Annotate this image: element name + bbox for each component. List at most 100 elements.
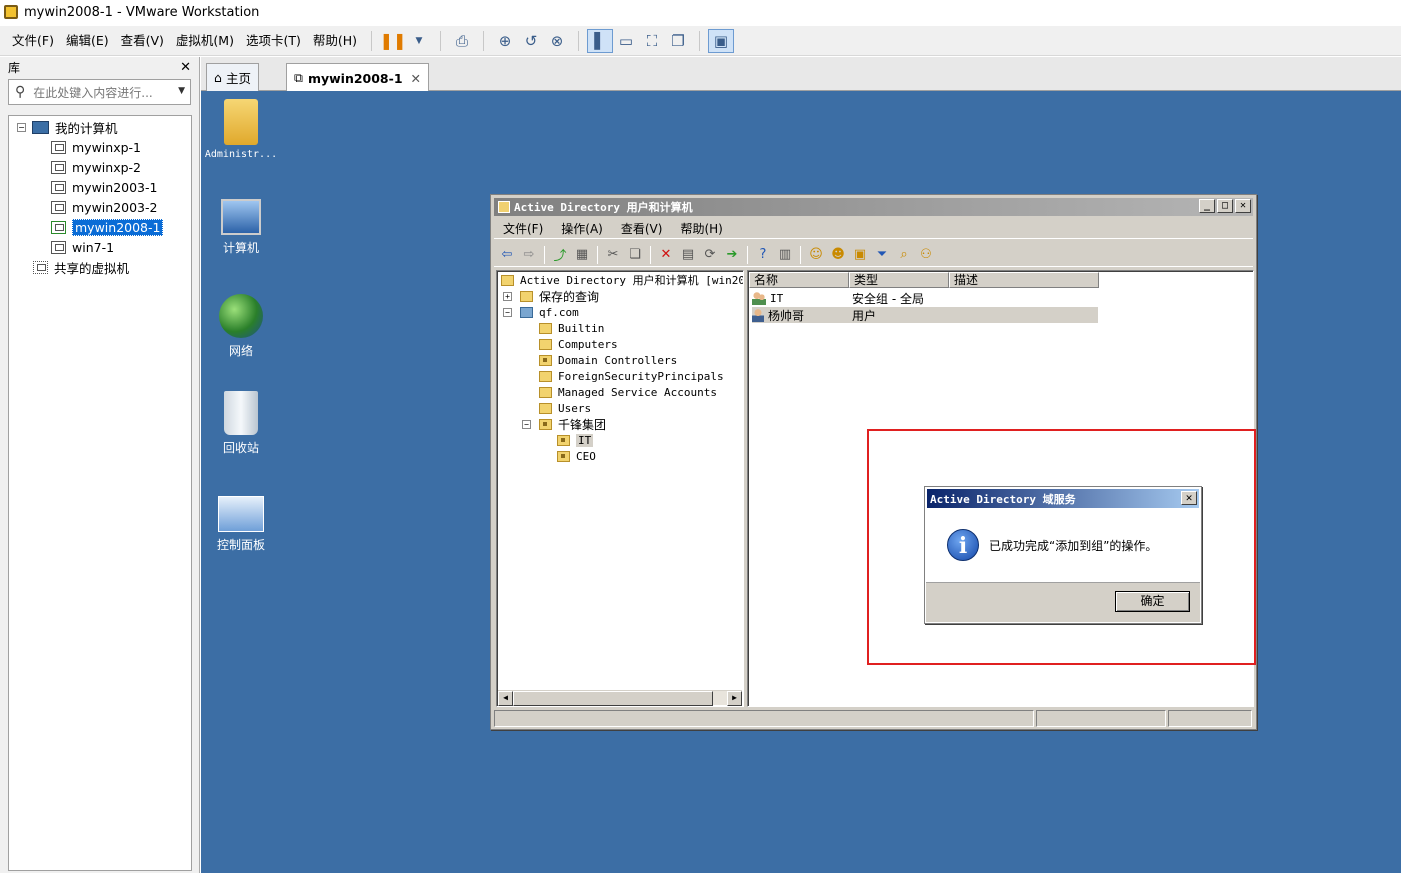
window-titlebar: mywin2008-1 - VMware Workstation — [0, 0, 1401, 24]
ad-tree-ou-child-selected[interactable]: IT — [557, 432, 594, 448]
scroll-thumb[interactable] — [513, 691, 713, 706]
list-row-selected[interactable]: 杨帅哥 用户 — [752, 307, 1098, 323]
menu-view[interactable]: 查看(V) — [115, 30, 170, 52]
desktop-icon-network[interactable]: 网络 — [201, 294, 281, 359]
ad-tree-root[interactable]: Active Directory 用户和计算机 [win200 — [501, 272, 743, 288]
filter-icon[interactable]: ⏷ — [873, 246, 891, 264]
unity-icon[interactable]: ❐ — [665, 29, 691, 53]
tree-horizontal-scrollbar[interactable]: ◀ ▶ — [498, 690, 742, 706]
back-icon[interactable]: ⇦ — [498, 246, 516, 264]
scroll-right-icon[interactable]: ▶ — [727, 691, 742, 706]
expand-icon[interactable]: + — [503, 291, 512, 301]
full-screen-icon[interactable]: ⛶ — [639, 29, 665, 53]
snapshot-take-icon[interactable]: ⊕ — [492, 29, 518, 53]
export-list-icon[interactable]: ➔ — [723, 246, 741, 264]
show-hide-tree-icon[interactable]: ▦ — [573, 246, 591, 264]
dialog-message: 已成功完成“添加到组”的操作。 — [989, 539, 1158, 553]
dialog-title: Active Directory 域服务 — [930, 492, 1076, 506]
pause-dropdown-icon[interactable]: ▼ — [406, 29, 432, 53]
list-row[interactable]: IT 安全组 - 全局 — [752, 290, 924, 306]
add-to-group-icon[interactable]: ⚇ — [917, 246, 935, 264]
ad-tree-container[interactable]: Builtin — [539, 320, 604, 336]
snapshot-revert-icon[interactable]: ↺ — [518, 29, 544, 53]
toolbar-separator — [371, 30, 373, 51]
menu-file[interactable]: 文件(F) — [6, 30, 60, 52]
desktop-icon-control-panel[interactable]: 控制面板 — [201, 496, 281, 553]
find-icon[interactable]: ⌕ — [895, 246, 913, 264]
collapse-icon[interactable]: − — [522, 419, 531, 429]
tree-vm-item[interactable]: mywin2003-1 — [51, 178, 157, 196]
menu-edit[interactable]: 编辑(E) — [60, 30, 115, 52]
tab-strip: ⌂ 主页 ⧉ mywin2008-1 ✕ — [201, 57, 1401, 92]
vm-icon — [51, 160, 66, 174]
tab-vm[interactable]: ⧉ mywin2008-1 ✕ — [286, 63, 430, 92]
ad-root-icon — [501, 274, 514, 286]
show-library-icon[interactable]: ▌ — [587, 28, 614, 53]
vm-icon — [51, 140, 66, 154]
new-ou-icon[interactable]: ▣ — [851, 246, 869, 264]
show-thumbnail-bar-icon[interactable]: ▭ — [613, 29, 639, 53]
ad-menu-file[interactable]: 文件(F) — [494, 220, 552, 237]
tree-my-computer[interactable]: − 我的计算机 — [17, 118, 118, 136]
close-icon[interactable]: ✕ — [1235, 199, 1251, 213]
show-console-icon[interactable]: ▥ — [776, 246, 794, 264]
tree-vm-item[interactable]: win7-1 — [51, 238, 114, 256]
desktop-icon-recycle-bin[interactable]: 回收站 — [201, 391, 281, 456]
menu-tabs[interactable]: 选项卡(T) — [240, 30, 307, 52]
collapse-icon[interactable]: − — [17, 122, 26, 132]
desktop-icon-admin[interactable]: Administr... — [201, 99, 281, 160]
collapse-icon[interactable]: − — [503, 307, 512, 317]
ad-menu-view[interactable]: 查看(V) — [612, 220, 672, 237]
tree-vm-item[interactable]: mywinxp-2 — [51, 158, 141, 176]
tree-shared-vms[interactable]: 共享的虚拟机 — [33, 258, 129, 276]
ad-tree-ou[interactable]: − 千锋集团 — [522, 416, 606, 432]
tree-vm-item[interactable]: mywin2003-2 — [51, 198, 157, 216]
forward-icon[interactable]: ⇨ — [520, 246, 538, 264]
cut-icon[interactable]: ✂ — [604, 246, 622, 264]
tree-vm-item-selected[interactable]: mywin2008-1 — [51, 218, 164, 236]
ad-menu-help[interactable]: 帮助(H) — [671, 220, 731, 237]
refresh-icon[interactable]: ⟳ — [701, 246, 719, 264]
ok-button[interactable]: 确定 — [1115, 591, 1190, 612]
properties-icon[interactable]: ▤ — [679, 246, 697, 264]
menu-help[interactable]: 帮助(H) — [307, 30, 363, 52]
tab-home[interactable]: ⌂ 主页 — [206, 63, 259, 91]
ad-tree-container[interactable]: Domain Controllers — [539, 352, 677, 368]
ad-tree-domain[interactable]: − qf.com — [503, 304, 579, 320]
minimize-icon[interactable]: _ — [1199, 199, 1215, 213]
ad-tree-ou-child[interactable]: CEO — [557, 448, 596, 464]
help-icon[interactable]: ? — [754, 246, 772, 264]
domain-icon — [520, 306, 533, 318]
maximize-icon[interactable]: □ — [1217, 199, 1233, 213]
library-close-icon[interactable]: ✕ — [180, 60, 191, 75]
ad-menu-action[interactable]: 操作(A) — [552, 220, 612, 237]
ad-tree-container[interactable]: Managed Service Accounts — [539, 384, 717, 400]
column-header-name[interactable]: 名称 — [749, 272, 849, 288]
tree-vm-item[interactable]: mywinxp-1 — [51, 138, 141, 156]
tab-close-icon[interactable]: ✕ — [411, 71, 421, 86]
console-view-icon[interactable]: ▣ — [708, 28, 735, 53]
vm-icon — [51, 180, 66, 194]
library-search-input[interactable]: ⚲ 在此处键入内容进行... ▼ — [8, 79, 191, 105]
search-dropdown-icon[interactable]: ▼ — [178, 86, 185, 96]
snapshot-manager-icon[interactable]: ⊗ — [544, 29, 570, 53]
column-header-type[interactable]: 类型 — [849, 272, 949, 288]
menu-vm[interactable]: 虚拟机(M) — [170, 30, 240, 52]
ad-tree-container[interactable]: Users — [539, 400, 591, 416]
send-ctrl-alt-del-icon[interactable]: ⎙ — [449, 29, 475, 53]
desktop-icon-computer[interactable]: 计算机 — [201, 199, 281, 256]
ad-tree-container[interactable]: Computers — [539, 336, 618, 352]
ad-tree-saved-queries[interactable]: + 保存的查询 — [503, 288, 599, 304]
up-level-icon[interactable]: ⤴ — [551, 246, 569, 264]
copy-icon[interactable]: ❏ — [626, 246, 644, 264]
computer-icon — [32, 120, 49, 134]
scroll-left-icon[interactable]: ◀ — [498, 691, 513, 706]
dialog-close-icon[interactable]: ✕ — [1181, 491, 1197, 505]
new-user-icon[interactable]: ☺ — [807, 246, 825, 264]
library-header: 库 ✕ — [0, 57, 199, 77]
pause-icon[interactable]: ❚❚ — [380, 29, 407, 53]
delete-icon[interactable]: ✕ — [657, 246, 675, 264]
column-header-desc[interactable]: 描述 — [949, 272, 1099, 288]
new-group-icon[interactable]: ☻ — [829, 246, 847, 264]
ad-tree-container[interactable]: ForeignSecurityPrincipals — [539, 368, 724, 384]
